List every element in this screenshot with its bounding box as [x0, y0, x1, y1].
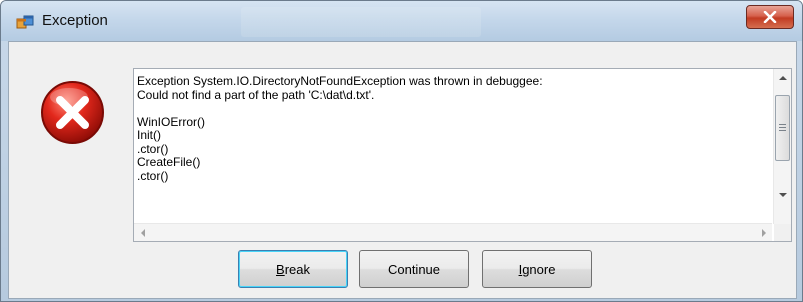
message-line [137, 102, 763, 116]
message-line: Exception System.IO.DirectoryNotFoundExc… [137, 75, 543, 88]
title-bar-background-glass [241, 7, 481, 37]
break-mnemonic: B [276, 261, 285, 277]
scroll-left-button[interactable] [134, 224, 151, 241]
grip-line [779, 124, 786, 125]
dialog-body: Exception System.IO.DirectoryNotFoundExc… [8, 41, 797, 299]
exception-message: Exception System.IO.DirectoryNotFoundExc… [137, 75, 763, 213]
horizontal-scrollbar[interactable] [134, 223, 772, 241]
scrollbar-corner [774, 224, 791, 241]
close-button[interactable] [746, 5, 794, 29]
close-icon [763, 11, 777, 23]
title-bar[interactable]: Exception [1, 1, 802, 41]
continue-button[interactable]: Continue [359, 250, 469, 288]
scroll-up-arrow-icon [779, 76, 787, 80]
stack-frame: CreateFile() [137, 155, 201, 169]
message-line: Could not find a part of the path 'C:\da… [137, 87, 375, 102]
exception-message-textbox[interactable]: Exception System.IO.DirectoryNotFoundExc… [133, 68, 792, 242]
exception-dialog: Exception Exception System.IO.DirectoryN… [0, 0, 803, 302]
scroll-right-button[interactable] [755, 224, 772, 241]
vertical-scroll-thumb[interactable] [775, 95, 790, 161]
break-button[interactable]: Break [238, 250, 348, 288]
window-title: Exception [42, 12, 108, 29]
ignore-button[interactable]: Ignore [482, 250, 592, 288]
grip-line [779, 127, 786, 128]
stack-frame: .ctor() [137, 141, 169, 156]
grip-line [779, 130, 786, 131]
scroll-left-arrow-icon [141, 229, 145, 237]
scroll-down-arrow-icon [779, 193, 787, 197]
scroll-right-arrow-icon [762, 229, 766, 237]
scroll-down-button[interactable] [774, 186, 791, 203]
error-x-icon [41, 81, 104, 144]
break-label: reak [284, 261, 310, 277]
vertical-scrollbar[interactable] [773, 69, 791, 224]
stack-frame: WinIOError() [137, 114, 205, 129]
ignore-label: gnore [522, 261, 556, 277]
scroll-up-button[interactable] [774, 69, 791, 86]
stack-frame: .ctor() [137, 168, 169, 183]
app-window-icon [16, 15, 34, 29]
continue-label: Continue [387, 261, 441, 277]
stack-frame: Init() [137, 128, 161, 142]
